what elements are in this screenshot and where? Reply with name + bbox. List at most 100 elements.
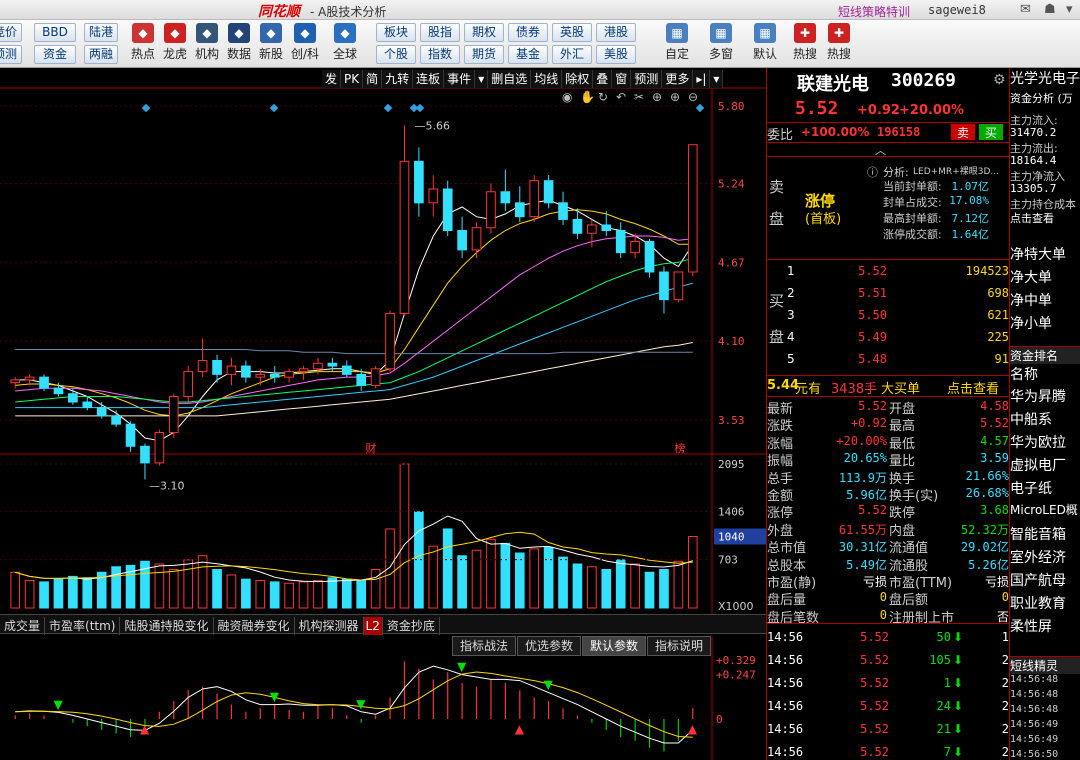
chart-tool-10[interactable]: 叠 <box>593 70 613 88</box>
rank-item-1[interactable]: 中船系 <box>1010 409 1080 429</box>
indicator-tab-5[interactable]: 资金抄底 <box>383 617 440 635</box>
toolbar-btn-2[interactable]: BBD <box>34 23 76 42</box>
chart-tool-4[interactable]: 连板 <box>413 70 445 88</box>
rank-item-6[interactable]: 智能音箱 <box>1010 524 1080 544</box>
toolbar-btn-0[interactable]: 竞价 <box>0 23 22 42</box>
net-flow-1[interactable]: 净大单 <box>1010 267 1080 287</box>
toolbar-big-4[interactable]: ◆ 新股 <box>254 22 288 66</box>
rank-item-9[interactable]: 职业教育 <box>1010 593 1080 613</box>
candle-body-27 <box>399 160 410 314</box>
analysis-text[interactable]: LED+MR+裸眼3D... <box>913 164 999 177</box>
toolbar-right-1[interactable]: ▦ 多窗 <box>704 22 738 66</box>
rank-item-7[interactable]: 室外经济 <box>1010 547 1080 567</box>
rank-item-0[interactable]: 华为昇腾 <box>1010 386 1080 406</box>
stat-value-10-a: 亏损 <box>862 575 887 589</box>
toolbar-right-2[interactable]: ▦ 默认 <box>748 22 782 66</box>
indicator-tab-2[interactable]: 陆股通持股变化 <box>120 617 214 635</box>
toolbar-big-icon-5: ◆ <box>294 23 316 43</box>
strategy-tab-0[interactable]: 指标战法 <box>452 636 517 656</box>
sector-title[interactable]: 光学光电子 <box>1010 68 1080 88</box>
candle-body-29 <box>428 188 439 204</box>
buy-button[interactable]: 买 <box>979 124 1003 140</box>
rank-item-5[interactable]: MicroLED概 <box>1010 501 1080 518</box>
market-btn-0-0[interactable]: 板块 <box>376 23 416 42</box>
toolbar-btn-3[interactable]: 资金 <box>34 45 76 64</box>
strategy-tab-2[interactable]: 默认参数 <box>582 636 647 656</box>
candle-body-10 <box>154 431 165 464</box>
indicator-dif-line <box>15 665 694 744</box>
rank-item-4[interactable]: 电子纸 <box>1010 478 1080 498</box>
market-btn-0-4[interactable]: 英股 <box>552 23 592 42</box>
toolbar-big-2[interactable]: ◆ 机构 <box>190 22 224 66</box>
indicator-tab-1[interactable]: 市盈率(ttm) <box>45 617 121 635</box>
market-btn-0-5[interactable]: 港股 <box>596 23 636 42</box>
promo-link[interactable]: 短线策略特训 <box>838 3 910 20</box>
rank-item-3[interactable]: 虚拟电厂 <box>1010 455 1080 475</box>
indicator-tab-4[interactable]: 机构探测器 <box>295 617 364 635</box>
toolbar-right-4[interactable]: ✚ 热搜 <box>822 22 856 66</box>
event-marker-5 <box>695 103 705 113</box>
toolbar-right-0[interactable]: ▦ 自定 <box>660 22 694 66</box>
toolbar-big-5[interactable]: ◆ 创/科 <box>288 22 322 66</box>
chart-tool-5[interactable]: 事件 <box>444 70 476 88</box>
tick-time-5: 14:56 <box>767 745 804 759</box>
chart-tool-11[interactable]: 窗 <box>612 70 632 88</box>
rank-item-8[interactable]: 国产航母 <box>1010 570 1080 590</box>
price-pct: +20.00% <box>899 103 965 118</box>
strategy-tab-3[interactable]: 指标说明 <box>647 636 712 656</box>
toolbar-right-icon-0: ▦ <box>666 23 688 43</box>
signal-arrow-2: ▼ <box>270 690 280 704</box>
market-btn-1-2[interactable]: 期货 <box>464 45 504 64</box>
chart-area[interactable]: 5.80 5.24 4.67 4.10 3.53 —5.66 —3.10 财 榜 ◉ ✋ ↻ ↶ ✂ ⊕ ⊕ ⊖… <box>0 68 766 760</box>
toolbar-big-1[interactable]: ◆ 龙虎 <box>158 22 192 66</box>
market-btn-1-0[interactable]: 个股 <box>376 45 416 64</box>
toolbar-big-6[interactable]: ◆ 全球 <box>328 22 362 66</box>
chart-tool-9[interactable]: 除权 <box>562 70 594 88</box>
user-icon[interactable]: ☗ <box>1044 2 1056 17</box>
chart-tool-7[interactable]: 删自选 <box>488 70 532 88</box>
indicator-tab-3[interactable]: 融资融券变化 <box>214 617 295 635</box>
market-btn-1-4[interactable]: 外汇 <box>552 45 592 64</box>
candle-body-37 <box>543 180 554 204</box>
rank-item-2[interactable]: 华为欧拉 <box>1010 432 1080 452</box>
toolbar-big-icon-4: ◆ <box>260 23 282 43</box>
chart-tool-14[interactable]: ▸| <box>693 70 711 88</box>
toolbar-btn-1[interactable]: 预测 <box>0 45 22 64</box>
net-flow-3[interactable]: 净小单 <box>1010 313 1080 333</box>
bell-icon[interactable]: ✉ <box>1020 2 1031 17</box>
market-btn-1-3[interactable]: 基金 <box>508 45 548 64</box>
strategy-tab-1[interactable]: 优选参数 <box>517 636 582 656</box>
market-btn-1-1[interactable]: 指数 <box>420 45 460 64</box>
fund-value-3[interactable]: 点击查看 <box>1010 210 1080 226</box>
tick-time-0: 14:56 <box>767 630 804 644</box>
chevron-down-icon[interactable]: ▾ <box>1066 2 1073 17</box>
sell-button[interactable]: 卖 <box>951 124 975 140</box>
chart-tool-3[interactable]: 九转 <box>382 70 414 88</box>
indicator-tab-0[interactable]: 成交量 <box>0 617 46 635</box>
toolbar-big-0[interactable]: ◆ 热点 <box>126 22 160 66</box>
chart-tool-15[interactable]: ▾ <box>710 70 724 88</box>
toolbar-btn-4[interactable]: 陆港 <box>84 23 118 42</box>
market-btn-0-2[interactable]: 期权 <box>464 23 504 42</box>
chart-tool-13[interactable]: 更多 <box>662 70 694 88</box>
big-order-link[interactable]: 点击查看 <box>947 378 999 397</box>
rank-item-10[interactable]: 柔性屏 <box>1010 616 1080 636</box>
toolbar-btn-5[interactable]: 两融 <box>84 45 118 64</box>
chart-tool-2[interactable]: 简 <box>363 70 383 88</box>
chart-tool-12[interactable]: 预测 <box>631 70 663 88</box>
chart-svg[interactable]: 5.80 5.24 4.67 4.10 3.53 —5.66 —3.10 财 榜 ◉ ✋ ↻ ↶ ✂ ⊕ ⊕ ⊖… <box>0 68 766 760</box>
chart-tool-8[interactable]: 均线 <box>531 70 563 88</box>
net-flow-0[interactable]: 净特大单 <box>1010 244 1080 264</box>
ma-line-6 <box>15 349 693 355</box>
net-flow-2[interactable]: 净中单 <box>1010 290 1080 310</box>
toolbar-right-3[interactable]: ✚ 热搜 <box>788 22 822 66</box>
gear-icon[interactable]: ⚙ <box>993 72 1006 88</box>
chart-tool-0[interactable]: 发 <box>322 70 342 88</box>
market-btn-1-5[interactable]: 美股 <box>596 45 636 64</box>
market-btn-0-3[interactable]: 债券 <box>508 23 548 42</box>
chart-tool-1[interactable]: PK <box>341 70 364 88</box>
chart-tool-6[interactable]: ▾ <box>475 70 489 88</box>
toolbar-big-3[interactable]: ◆ 数据 <box>222 22 256 66</box>
market-btn-0-1[interactable]: 股指 <box>420 23 460 42</box>
username[interactable]: sagewei8 <box>928 3 986 17</box>
